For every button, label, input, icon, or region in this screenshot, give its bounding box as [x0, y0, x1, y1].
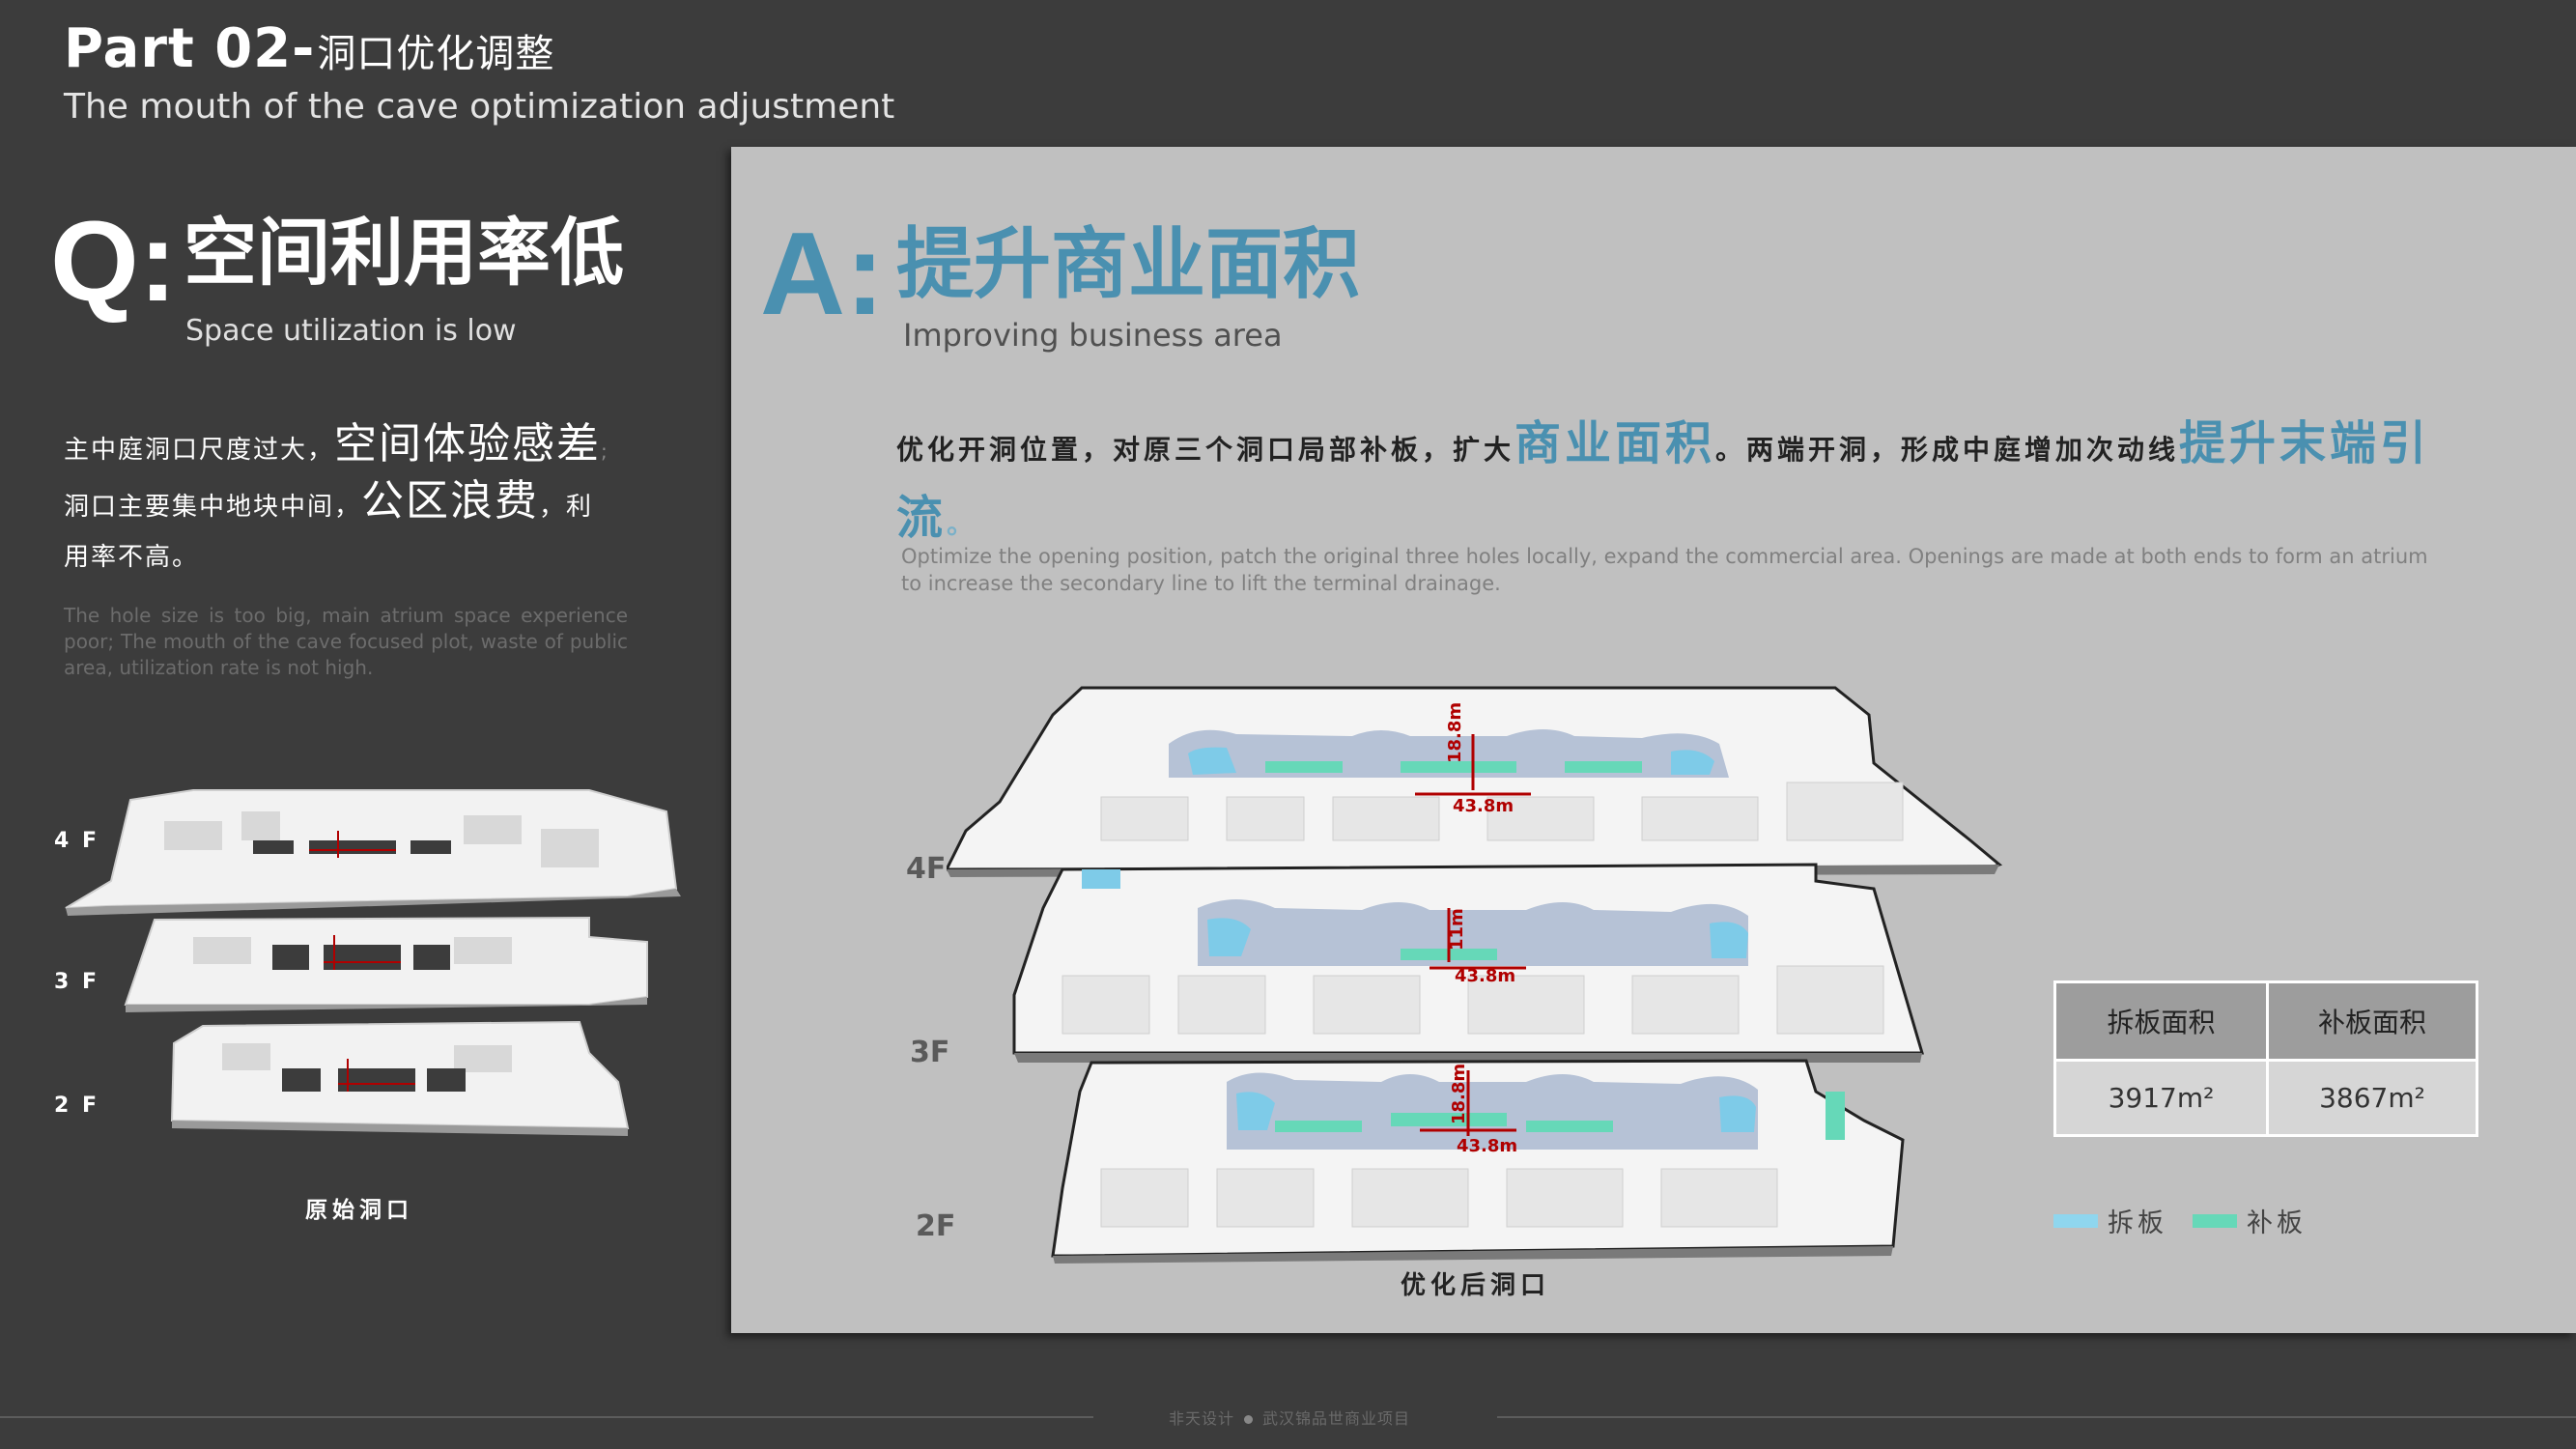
table-header-patch: 补板面积	[2266, 983, 2476, 1059]
footer-divider-right	[1497, 1416, 2576, 1418]
question-description: 主中庭洞口尺度过大，空间体验感差; 洞口主要集中地块中间，公区浪费，利 用率不高…	[64, 419, 643, 582]
part-number: Part 02-	[64, 17, 316, 80]
dim-4f-width: 43.8m	[1453, 796, 1514, 816]
answer-text-b: 。两端开洞，形成中庭增加次动线	[1715, 434, 2180, 466]
optimized-floor-label-3f: 3F	[910, 1036, 950, 1069]
answer-text-a: 优化开洞位置，对原三个洞口局部补板，扩大	[896, 434, 1515, 466]
footer-project: 武汉锦品世商业项目	[1262, 1409, 1411, 1428]
legend-patch-label: 补板	[2247, 1208, 2307, 1238]
table-value-demolish: 3917m²	[2056, 1059, 2266, 1134]
legend-demolish-label: 拆板	[2108, 1208, 2167, 1238]
question-english: The hole size is too big, main atrium sp…	[64, 604, 628, 679]
original-floor-label-3f: 3 F	[54, 970, 99, 994]
dim-4f-height: 18.8m	[1445, 701, 1465, 763]
original-floor-label-4f: 4 F	[54, 829, 99, 853]
answer-subtitle: Improving business area	[903, 317, 1283, 354]
footer-dot	[1244, 1415, 1254, 1424]
legend-patch-swatch	[2193, 1213, 2237, 1228]
answer-highlight-1: 商业面积	[1514, 416, 1716, 470]
original-floor-label-2f: 2 F	[54, 1094, 99, 1118]
answer-description: 优化开洞位置，对原三个洞口局部补板，扩大商业面积。两端开洞，形成中庭增加次动线提…	[896, 410, 2461, 558]
optimized-caption: 优化后洞口	[1401, 1271, 1551, 1300]
area-table: 拆板面积 补板面积 3917m² 3867m²	[2053, 980, 2478, 1137]
optimized-floor-label-4f: 4F	[906, 852, 947, 886]
answer-text-c: 。	[947, 508, 978, 540]
question-text-2: 洞口主要集中地块中间，	[64, 493, 362, 522]
original-floor-plans	[65, 789, 681, 1136]
question-title: 空间利用率低	[184, 210, 624, 296]
legend-demolish-swatch	[2053, 1213, 2098, 1228]
optimized-floor-label-2f: 2F	[916, 1209, 956, 1243]
dim-3f-width: 43.8m	[1455, 966, 1516, 986]
dim-3f-height: 11m	[1447, 908, 1467, 951]
question-text-2-end: ，利	[539, 493, 594, 522]
part-title: Part 02-洞口优化调整	[64, 17, 554, 80]
dim-2f-width: 43.8m	[1457, 1136, 1518, 1156]
answer-title: 提升商业面积	[896, 219, 1360, 309]
part-subtitle: The mouth of the cave optimization adjus…	[64, 87, 895, 127]
footer: 非天设计 武汉锦品世商业项目	[1169, 1406, 1410, 1429]
legend-demolish: 拆板	[2053, 1202, 2167, 1239]
question-text-1: 主中庭洞口尺度过大，	[64, 436, 335, 465]
question-text-1-end: ;	[601, 440, 609, 463]
question-highlight-1: 空间体验感差	[334, 419, 602, 469]
footer-brand: 非天设计	[1169, 1409, 1235, 1428]
table-value-patch: 3867m²	[2266, 1059, 2476, 1134]
original-caption: 原始洞口	[305, 1198, 413, 1223]
question-subtitle: Space utilization is low	[185, 314, 517, 348]
answer-letter: A:	[760, 208, 885, 339]
answer-english: Optimize the opening position, patch the…	[901, 545, 2428, 595]
question-letter: Q:	[50, 198, 178, 326]
question-text-3: 用率不高。	[64, 543, 200, 572]
legend-patch: 补板	[2193, 1202, 2307, 1239]
table-header-demolish: 拆板面积	[2056, 983, 2266, 1059]
part-title-cn: 洞口优化调整	[317, 32, 555, 76]
question-highlight-2: 公区浪费	[361, 476, 540, 526]
dim-2f-height: 18.8m	[1449, 1063, 1469, 1124]
footer-divider-left	[0, 1416, 1093, 1418]
